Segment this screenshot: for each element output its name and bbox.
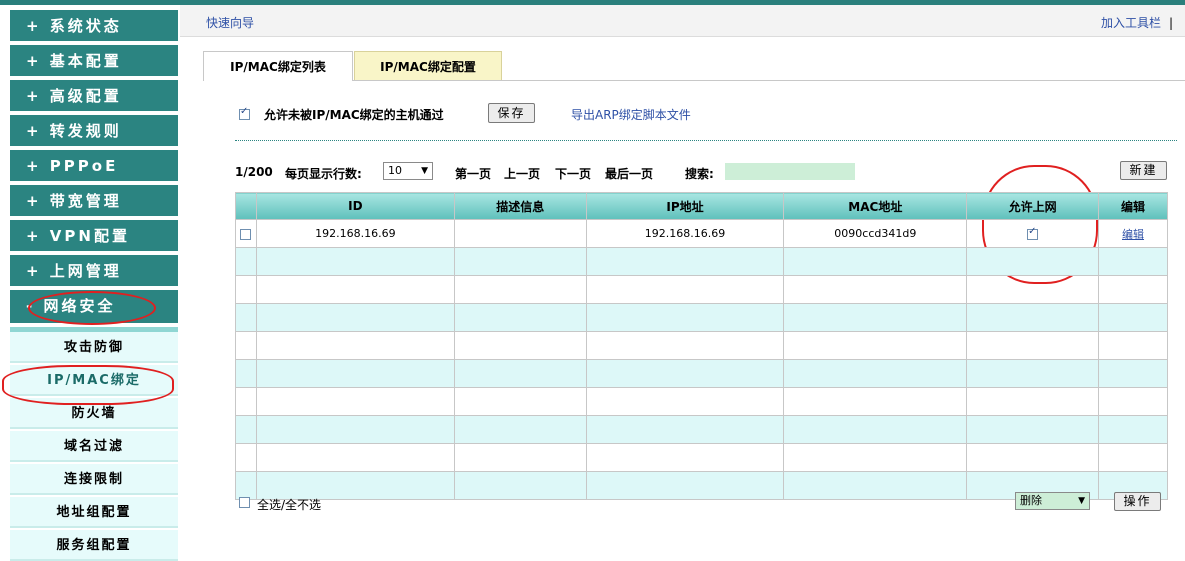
table-row: [235, 359, 1168, 388]
tab-divider: [353, 80, 1185, 81]
sidebar-sub-ipmac-binding[interactable]: IP/MAC绑定: [10, 365, 178, 396]
tab-ipmac-config[interactable]: IP/MAC绑定配置: [354, 51, 502, 81]
tab-ipmac-list[interactable]: IP/MAC绑定列表: [203, 51, 353, 81]
row-edit-cell: 编辑: [1098, 219, 1168, 248]
page-info: 1/200: [235, 165, 273, 179]
export-arp-link[interactable]: 导出ARP绑定脚本文件: [571, 106, 691, 123]
allow-unbound-label: 允许未被IP/MAC绑定的主机通过: [264, 108, 444, 122]
table-header-row: ID 描述信息 IP地址 MAC地址 允许上网 编辑: [235, 192, 1168, 220]
table-row: [235, 443, 1168, 472]
rows-per-page-select[interactable]: 10 ▼: [383, 162, 433, 180]
sidebar-item-vpn[interactable]: + VPN配置: [10, 220, 178, 253]
binding-table: ID 描述信息 IP地址 MAC地址 允许上网 编辑 192.168.16.69…: [235, 192, 1168, 500]
table-row: [235, 415, 1168, 444]
row-id: 192.168.16.69: [255, 219, 455, 248]
row-description: [453, 219, 587, 248]
sidebar-item-basic-config[interactable]: + 基本配置: [10, 45, 178, 78]
sidebar-item-advanced-config[interactable]: + 高级配置: [10, 80, 178, 113]
table-row: [235, 275, 1168, 304]
header-allow-internet: 允许上网: [966, 192, 1100, 220]
sidebar-item-bandwidth[interactable]: + 带宽管理: [10, 185, 178, 218]
table-row: [235, 331, 1168, 360]
last-page-link[interactable]: 最后一页: [605, 165, 653, 182]
first-page-link[interactable]: 第一页: [455, 165, 491, 182]
action-select[interactable]: 删除 ▼: [1015, 492, 1090, 510]
save-button[interactable]: 保存: [488, 103, 535, 123]
chevron-down-icon: ▼: [1078, 496, 1085, 506]
sidebar-sub-domain-filter[interactable]: 域名过滤: [10, 431, 178, 462]
select-all-checkbox[interactable]: [239, 497, 250, 508]
select-all-label: 全选/全不选: [257, 498, 322, 512]
row-mac: 0090ccd341d9: [783, 219, 968, 248]
table-row: [235, 247, 1168, 276]
header-mac: MAC地址: [783, 192, 968, 220]
header-description: 描述信息: [453, 192, 587, 220]
row-select-checkbox[interactable]: [240, 228, 252, 240]
row-edit-link[interactable]: 编辑: [1122, 228, 1144, 241]
search-input[interactable]: [725, 163, 855, 180]
header-id: ID: [255, 192, 455, 220]
row-select-cell: [235, 219, 257, 248]
next-page-link[interactable]: 下一页: [555, 165, 591, 182]
sidebar-sub-attack-defense[interactable]: 攻击防御: [10, 332, 178, 363]
sidebar-item-forward-rules[interactable]: + 转发规则: [10, 115, 178, 148]
table-row: 192.168.16.69 192.168.16.69 0090ccd341d9…: [235, 219, 1168, 248]
chevron-down-icon: ▼: [421, 166, 428, 176]
header-edit: 编辑: [1098, 192, 1168, 220]
allow-unbound-checkbox[interactable]: [239, 106, 250, 120]
row-allow-checkbox[interactable]: [1027, 226, 1039, 240]
sidebar: + 系统状态 + 基本配置 + 高级配置 + 转发规则 + PPPoE + 带宽…: [0, 5, 180, 561]
header-bar: 快速向导 加入工具栏 |: [180, 5, 1185, 37]
sidebar-item-network-security[interactable]: - 网络安全: [10, 290, 178, 323]
quick-wizard-link[interactable]: 快速向导: [206, 14, 254, 31]
add-toolbar-link[interactable]: 加入工具栏: [1101, 16, 1161, 30]
sidebar-item-system-status[interactable]: + 系统状态: [10, 10, 178, 43]
new-button[interactable]: 新建: [1120, 161, 1167, 180]
action-select-value: 删除: [1020, 494, 1042, 507]
row-allow-cell: [966, 219, 1100, 248]
action-button[interactable]: 操作: [1114, 492, 1161, 511]
table-row: [235, 387, 1168, 416]
rows-per-page-value: 10: [388, 164, 402, 177]
section-divider: [235, 140, 1177, 141]
table-row: [235, 303, 1168, 332]
sidebar-sub-service-group[interactable]: 服务组配置: [10, 530, 178, 561]
sidebar-item-internet-mgmt[interactable]: + 上网管理: [10, 255, 178, 288]
sidebar-sub-address-group[interactable]: 地址组配置: [10, 497, 178, 528]
sidebar-sub-firewall[interactable]: 防火墙: [10, 398, 178, 429]
row-ip: 192.168.16.69: [585, 219, 785, 248]
toolbar-links: 加入工具栏 |: [1101, 14, 1173, 31]
header-separator: |: [1168, 16, 1173, 30]
prev-page-link[interactable]: 上一页: [504, 165, 540, 182]
header-ip: IP地址: [585, 192, 785, 220]
sidebar-item-pppoe[interactable]: + PPPoE: [10, 150, 178, 183]
rows-per-page-label: 每页显示行数:: [285, 167, 362, 181]
search-label: 搜索:: [685, 167, 714, 181]
sidebar-sub-connection-limit[interactable]: 连接限制: [10, 464, 178, 495]
header-select-col: [235, 192, 257, 220]
